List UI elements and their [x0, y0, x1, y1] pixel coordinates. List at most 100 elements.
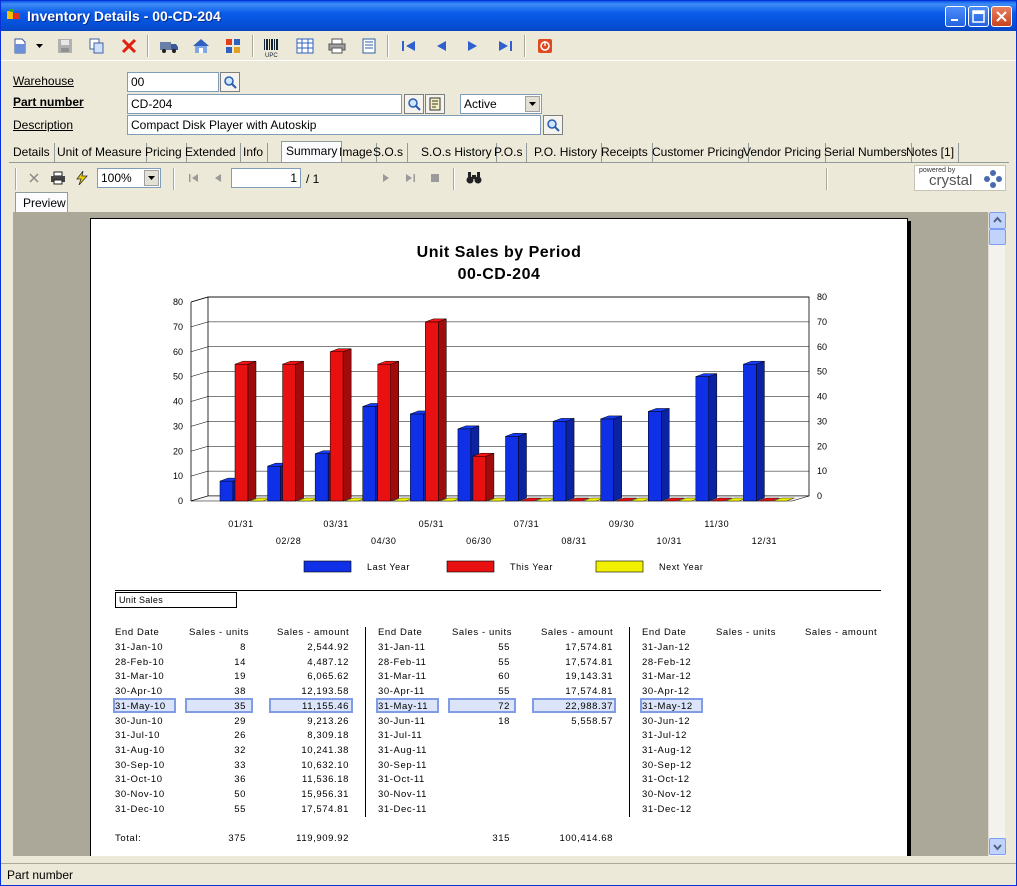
refresh-report-button[interactable] [73, 169, 91, 187]
tab-unit-of-measure[interactable]: Unit of Measure [53, 143, 147, 162]
close-report-button[interactable] [25, 169, 43, 187]
tab-vendor-pricing[interactable]: Vendor Pricing [739, 143, 827, 162]
new-button[interactable] [9, 35, 31, 57]
row-end-date: 30-Jun-11 [378, 715, 426, 727]
find-text-button[interactable] [465, 169, 483, 187]
warehouse-lookup-button[interactable] [220, 72, 240, 92]
print-report-button[interactable] [49, 169, 67, 187]
first-page-button[interactable] [185, 169, 203, 187]
lightning-icon [76, 171, 88, 185]
y-tick-label-right: 10 [817, 466, 827, 476]
maximize-button[interactable] [968, 6, 989, 27]
first-record-button[interactable] [398, 35, 420, 57]
search-icon [408, 98, 421, 111]
tab-info[interactable]: Info [239, 143, 269, 162]
tab-s-o-s-history[interactable]: S.O.s History [417, 143, 497, 162]
app-icon [7, 9, 20, 19]
bar-this-year-front [377, 363, 391, 502]
row-sales-amount: 11,536.18 [302, 774, 349, 786]
column-divider [629, 627, 630, 817]
tab-summary[interactable]: Summary [281, 141, 343, 162]
exit-button[interactable] [534, 35, 556, 57]
warehouse-button[interactable] [190, 35, 212, 57]
crystal-logo: powered by crystal [914, 165, 1006, 191]
row-sales-units: 55 [498, 656, 510, 668]
part-number-label: Part number [13, 95, 84, 109]
part-details-button[interactable] [425, 94, 445, 114]
tab-customer-pricing[interactable]: Customer Pricing [648, 143, 750, 162]
upc-button[interactable]: UPC [261, 35, 283, 61]
part-number-field[interactable]: CD-204 [127, 94, 402, 114]
row-end-date: 31-Oct-10 [115, 774, 163, 786]
row-end-date: 31-May-12 [642, 700, 693, 712]
tab-receipts[interactable]: Receipts [597, 143, 653, 162]
close-window-button[interactable] [991, 6, 1012, 27]
header-sales-amount: Sales - amount [277, 627, 350, 638]
description-field[interactable]: Compact Disk Player with Autoskip [127, 115, 541, 135]
row-end-date: 30-Apr-12 [642, 686, 690, 698]
tab-details[interactable]: Details [9, 143, 55, 162]
tab-serial-numbers[interactable]: Serial Numbers [820, 143, 912, 162]
warehouse-field[interactable]: 00 [127, 72, 219, 92]
maximize-icon [972, 10, 985, 23]
barcode-icon: UPC [264, 39, 278, 58]
delete-button[interactable] [118, 35, 140, 57]
search-icon [547, 119, 560, 132]
last-page-button[interactable] [401, 169, 419, 187]
save-button[interactable] [54, 35, 76, 57]
zoom-select[interactable]: 100% [97, 168, 161, 188]
copy-button[interactable] [86, 35, 108, 57]
preview-tab[interactable]: Preview [15, 192, 68, 212]
grid-view-button[interactable] [222, 35, 244, 57]
tab-p-o-s[interactable]: P.O.s [490, 143, 528, 162]
stop-button[interactable] [426, 169, 444, 187]
scroll-thumb[interactable] [989, 229, 1006, 245]
table-button[interactable] [294, 35, 316, 57]
row-sales-amount: 17,574.81 [565, 656, 613, 668]
next-page-button[interactable] [377, 169, 395, 187]
vertical-scrollbar[interactable] [988, 212, 1006, 856]
tab-s-o-s[interactable]: S.O.s [369, 143, 409, 162]
x-tick-label: 11/30 [704, 519, 729, 529]
bar-last-year-front [552, 421, 567, 502]
row-end-date: 30-Sep-10 [115, 759, 165, 771]
new-dropdown-button[interactable] [33, 35, 45, 57]
row-sales-amount: 9,213.26 [307, 715, 349, 727]
y-tick-label-left: 80 [173, 297, 183, 307]
page-number-field[interactable]: 1 [231, 168, 301, 188]
tab-p-o-history[interactable]: P.O. History [530, 143, 603, 162]
header-sales-units: Sales - units [452, 627, 513, 638]
close-icon [29, 173, 39, 183]
minimize-button[interactable] [945, 6, 966, 27]
save-icon [58, 39, 72, 53]
status-dropdown-arrow[interactable] [525, 96, 540, 112]
part-lookup-button[interactable] [404, 94, 424, 114]
zoom-dropdown-arrow[interactable] [144, 170, 159, 186]
previous-record-button[interactable] [430, 35, 452, 57]
y-tick-label-left: 30 [173, 421, 183, 431]
chevron-up-icon [993, 216, 1002, 223]
tab-extended[interactable]: Extended [181, 143, 241, 162]
scroll-down-button[interactable] [989, 838, 1006, 855]
bar-this-year-front [329, 351, 344, 502]
description-lookup-button[interactable] [543, 115, 563, 135]
header-end-date: End Date [642, 627, 687, 638]
ship-button[interactable] [158, 35, 180, 57]
total-label: Total: [115, 833, 142, 844]
report-button[interactable] [358, 35, 380, 57]
row-end-date: 31-Oct-12 [642, 774, 690, 786]
unit-sales-label: Unit Sales [119, 595, 164, 605]
y-tick-label-right: 0 [817, 491, 822, 501]
x-tick-label: 09/30 [609, 519, 635, 529]
last-record-button[interactable] [494, 35, 516, 57]
previous-page-button[interactable] [209, 169, 227, 187]
status-select[interactable]: Active [460, 94, 542, 114]
next-record-button[interactable] [462, 35, 484, 57]
bar-this-year-side [247, 360, 257, 502]
row-end-date: 31-Mar-10 [115, 671, 165, 683]
print-button[interactable] [326, 35, 348, 57]
tab-pricing[interactable]: Pricing [141, 143, 187, 162]
tab-notes-1[interactable]: Notes [1] [902, 143, 960, 162]
scroll-up-button[interactable] [989, 212, 1006, 229]
legend-swatch-next-year [595, 560, 644, 573]
